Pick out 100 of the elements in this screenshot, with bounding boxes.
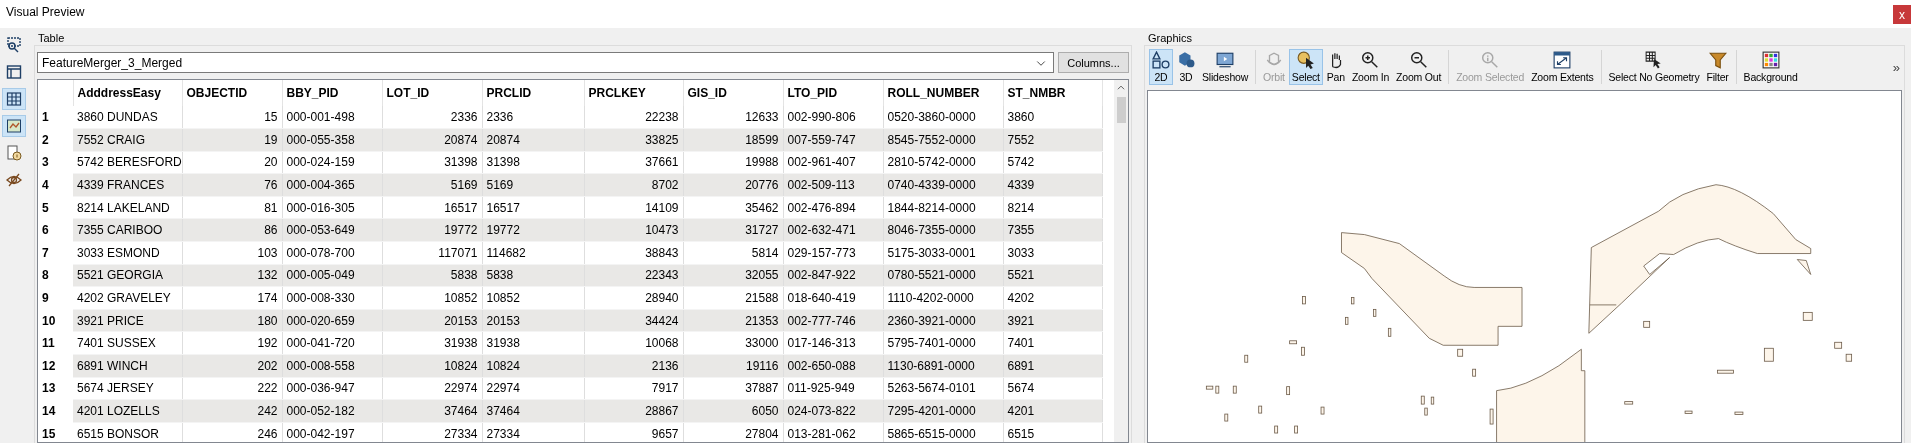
table-cell: 1844-8214-0000 xyxy=(883,196,1003,219)
table-cell: 19772 xyxy=(482,218,584,242)
toolbar-button[interactable]: Select xyxy=(1288,49,1323,85)
table-cell: 5674 JERSEY xyxy=(73,377,182,400)
table-cell: 192 xyxy=(182,331,282,355)
table-cell: 000-001-498 xyxy=(282,106,382,129)
table-cell: 000-078-700 xyxy=(282,241,382,265)
table-cell: 10068 xyxy=(584,331,683,355)
table-cell: 000-036-947 xyxy=(282,377,382,400)
overflow-button[interactable]: » xyxy=(1892,59,1900,75)
grid-cursor-icon xyxy=(1645,51,1663,69)
info-icon xyxy=(6,145,22,161)
table-cell: 2360-3921-0000 xyxy=(883,309,1003,332)
table-cell: 20153 xyxy=(482,309,584,332)
table-cell: 22974 xyxy=(382,377,482,400)
table-cell: 6050 xyxy=(683,399,783,423)
toolbar-button[interactable]: Pan xyxy=(1323,49,1348,85)
table-cell: 10824 xyxy=(382,354,482,378)
table-cell: 5742 BERESFORD xyxy=(73,151,182,174)
table-cell: 2810-5742-0000 xyxy=(883,151,1003,174)
table-cell: 20874 xyxy=(382,128,482,152)
close-button[interactable]: x xyxy=(1893,5,1911,24)
table-cell: 000-024-159 xyxy=(282,151,382,174)
table-cell: 5795-7401-0000 xyxy=(883,331,1003,355)
columns-button[interactable]: Columns... xyxy=(1058,52,1129,73)
table-cell: 37661 xyxy=(584,151,683,174)
table-cell: 4339 xyxy=(1003,173,1102,197)
table-cell: 002-961-407 xyxy=(783,151,883,174)
dataset-dropdown[interactable]: FeatureMerger_3_Merged xyxy=(37,52,1054,73)
table-cell: 31398 xyxy=(382,151,482,174)
table-cell: 9657 xyxy=(584,422,683,442)
toolbar-button[interactable]: Background xyxy=(1740,49,1801,85)
toolbar-button[interactable] xyxy=(2,88,26,110)
table-cell: 37887 xyxy=(683,377,783,400)
table-cell: 7552 xyxy=(1003,128,1102,152)
table-cell: 0780-5521-0000 xyxy=(883,264,1003,287)
table-cell: 2336 xyxy=(382,106,482,129)
table-cell: 2336 xyxy=(482,106,584,129)
toolbar-button[interactable]: Zoom Extents xyxy=(1528,49,1597,85)
toolbar-button[interactable]: Select No Geometry xyxy=(1605,49,1703,85)
table-cell: 5838 xyxy=(482,264,584,287)
table-cell: 20 xyxy=(182,151,282,174)
table-cell: 38843 xyxy=(584,241,683,265)
toolbar-button[interactable]: Filter xyxy=(1703,49,1732,85)
map-icon xyxy=(6,118,22,134)
table-cell: 0740-4339-0000 xyxy=(883,173,1003,197)
toolbar-button[interactable]: Zoom Out xyxy=(1393,49,1445,85)
zoom-out-icon xyxy=(1409,51,1428,69)
table-cell: 4339 FRANCES xyxy=(73,173,182,197)
table-cell: 3860 DUNDAS xyxy=(73,106,182,129)
table-cell: 4202 xyxy=(1003,286,1102,310)
table-cell: 117071 xyxy=(382,241,482,265)
table-cell: 013-281-062 xyxy=(783,422,883,442)
table-cell: 007-559-747 xyxy=(783,128,883,152)
table-cell: 8046-7355-0000 xyxy=(883,218,1003,242)
table-cell: 19772 xyxy=(382,218,482,242)
table-cell: 002-847-922 xyxy=(783,264,883,287)
shapes-icon xyxy=(1152,51,1170,69)
toolbar-button[interactable]: Slideshow xyxy=(1199,49,1252,85)
table-cell: 000-008-558 xyxy=(282,354,382,378)
table-cell: 000-042-197 xyxy=(282,422,382,442)
table-cell: 5521 xyxy=(1003,264,1102,287)
table-cell: 5175-3033-0001 xyxy=(883,241,1003,265)
screen-icon xyxy=(1216,51,1235,69)
table-cell: 024-073-822 xyxy=(783,399,883,423)
table-cell: 33825 xyxy=(584,128,683,152)
table-cell: 002-777-746 xyxy=(783,309,883,332)
toolbar-button[interactable] xyxy=(2,115,26,137)
zoom-in-icon xyxy=(1361,51,1380,69)
table-cell: 002-650-088 xyxy=(783,354,883,378)
table-cell: 3921 xyxy=(1003,309,1102,332)
table-cell: 12633 xyxy=(683,106,783,129)
table-cell: 28867 xyxy=(584,399,683,423)
table-cell: 002-476-894 xyxy=(783,196,883,219)
table-icon xyxy=(6,91,22,107)
table-cell: 16517 xyxy=(382,196,482,219)
table-cell: 7355 xyxy=(1003,218,1102,242)
table-cell: 000-055-358 xyxy=(282,128,382,152)
table-cell: 8702 xyxy=(584,173,683,197)
magnifier-icon xyxy=(6,37,22,53)
table-cell: 011-925-949 xyxy=(783,377,883,400)
table-cell: 3860 xyxy=(1003,106,1102,129)
scrollbar[interactable] xyxy=(1114,80,1128,442)
table-cell: 28940 xyxy=(584,286,683,310)
panel-icon xyxy=(6,64,22,80)
table-cell: 7401 SUSSEX xyxy=(73,331,182,355)
toolbar-button[interactable]: 3D xyxy=(1174,49,1198,85)
table-cell: 114682 xyxy=(482,241,584,265)
scrollbar-thumb[interactable] xyxy=(1116,97,1126,123)
table-cell: 7295-4201-0000 xyxy=(883,399,1003,423)
table-cell: 8545-7552-0000 xyxy=(883,128,1003,152)
table-cell: 27334 xyxy=(382,422,482,442)
table-cell: 19 xyxy=(182,128,282,152)
table-cell: 202 xyxy=(182,354,282,378)
table-cell: 5521 GEORGIA xyxy=(73,264,182,287)
table-cell: 15 xyxy=(182,106,282,129)
toolbar-button[interactable]: 2D xyxy=(1149,49,1173,85)
table-cell: 31938 xyxy=(382,331,482,355)
toolbar-button[interactable]: Zoom In xyxy=(1348,49,1393,85)
group-label: Table xyxy=(37,31,66,45)
